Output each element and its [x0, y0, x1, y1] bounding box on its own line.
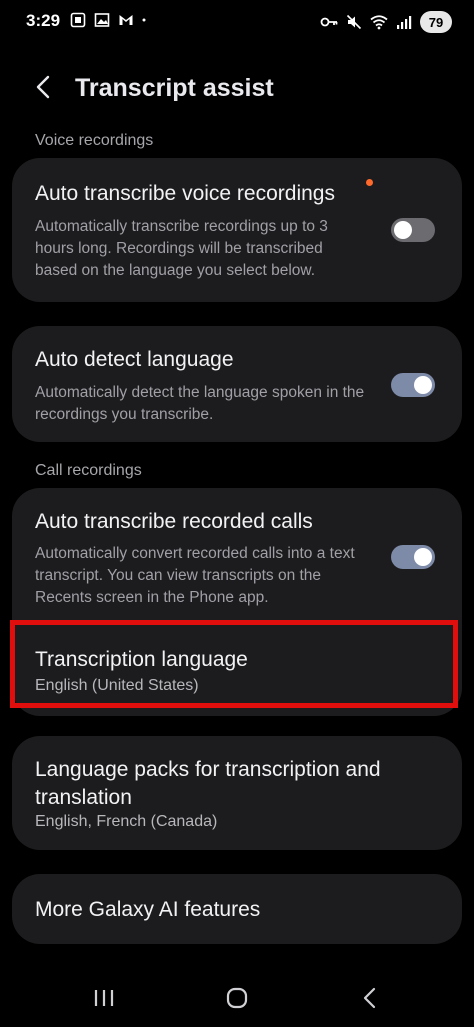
section-label-call-recordings: Call recordings	[35, 462, 142, 479]
screenshot-icon	[70, 12, 86, 28]
auto-transcribe-voice-description: Automatically transcribe recordings up t…	[35, 218, 328, 279]
battery-indicator: 79	[420, 11, 452, 33]
auto-detect-language-description: Automatically detect the language spoken…	[35, 384, 365, 423]
auto-transcribe-calls-row[interactable]: Auto transcribe recorded calls Automatic…	[12, 488, 462, 620]
system-icons: 79	[320, 11, 452, 33]
back-icon[interactable]	[352, 982, 388, 1014]
app-header: Transcript assist	[0, 60, 474, 116]
toggle-knob	[394, 221, 412, 239]
gmail-icon	[119, 15, 133, 25]
back-arrow-icon[interactable]	[28, 70, 62, 104]
auto-transcribe-voice-title: Auto transcribe voice recordings	[35, 182, 335, 205]
section-label-voice-recordings: Voice recordings	[35, 132, 154, 149]
highlight-box	[10, 620, 458, 708]
page-title: Transcript assist	[75, 74, 274, 102]
more-galaxy-ai-title: More Galaxy AI features	[35, 898, 261, 921]
card-auto-transcribe-voice[interactable]: Auto transcribe voice recordings Automat…	[12, 158, 462, 302]
new-badge-dot	[366, 179, 373, 186]
language-packs-value: English, French (Canada)	[35, 813, 218, 830]
toggle-knob	[414, 548, 432, 566]
auto-transcribe-calls-toggle[interactable]	[391, 545, 435, 569]
status-time: 3:29	[26, 11, 61, 30]
gallery-icon	[94, 13, 110, 27]
dot-icon	[142, 18, 146, 22]
wifi-icon	[370, 15, 388, 30]
mute-icon	[346, 14, 362, 30]
auto-detect-language-title: Auto detect language	[35, 348, 234, 371]
language-packs-title: Language packs for transcription and tra…	[35, 758, 381, 809]
auto-transcribe-calls-title: Auto transcribe recorded calls	[35, 510, 313, 533]
auto-transcribe-voice-toggle[interactable]	[391, 218, 435, 242]
card-more-galaxy-ai[interactable]: More Galaxy AI features	[12, 874, 462, 944]
status-bar: 3:29 79	[0, 0, 474, 44]
toggle-knob	[414, 376, 432, 394]
recents-icon[interactable]	[86, 982, 122, 1014]
auto-transcribe-calls-description: Automatically convert recorded calls int…	[35, 545, 355, 606]
notification-icons	[70, 12, 150, 28]
key-icon	[320, 17, 338, 27]
card-language-packs[interactable]: Language packs for transcription and tra…	[12, 736, 462, 850]
auto-detect-language-toggle[interactable]	[391, 373, 435, 397]
signal-icon	[397, 16, 412, 29]
home-icon[interactable]	[219, 982, 255, 1014]
card-auto-detect-language[interactable]: Auto detect language Automatically detec…	[12, 326, 462, 442]
navigation-bar	[0, 970, 474, 1027]
